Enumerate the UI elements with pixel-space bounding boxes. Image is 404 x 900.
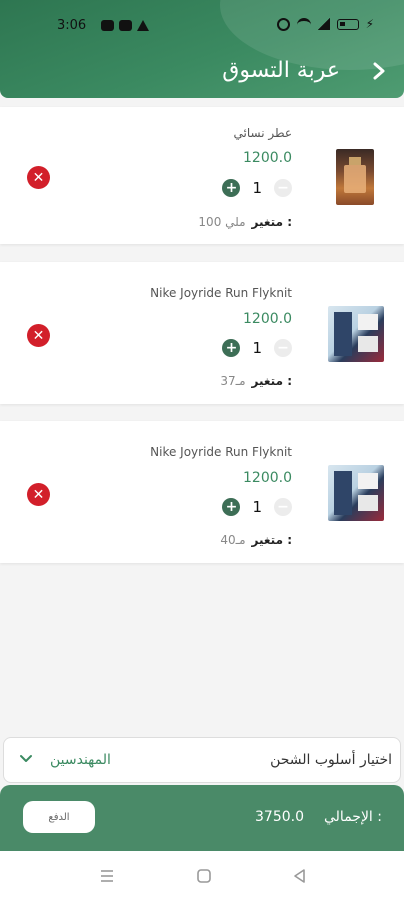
youtube-icon	[119, 20, 132, 31]
increase-quantity-button[interactable]: +	[222, 498, 241, 516]
product-image[interactable]	[328, 465, 384, 521]
notification-icons	[101, 20, 149, 31]
quantity-stepper: − 1 +	[222, 177, 292, 199]
variant-label: متغير :	[251, 533, 292, 547]
quantity-value: 1	[252, 179, 262, 197]
product-price: 1200.0	[243, 470, 292, 486]
shoe-product-icon	[334, 312, 378, 356]
variant-info: متغير : 40مـ	[220, 533, 292, 547]
shipping-method-value: المهندسين	[50, 752, 111, 768]
alarm-icon	[276, 17, 290, 31]
variant-info: متغير : 100 ملي	[198, 215, 292, 229]
shipping-method-label: اختيار أسلوب الشحن	[270, 752, 392, 768]
perfume-bottle-icon	[344, 157, 366, 193]
increase-quantity-button[interactable]: +	[222, 179, 241, 197]
decrease-quantity-button[interactable]: −	[274, 498, 292, 516]
cart-item: عطر نسائي 1200.0 − 1 + متغير : 100 ملي ✕	[0, 107, 404, 244]
product-price: 1200.0	[243, 311, 292, 327]
product-image[interactable]	[336, 149, 374, 205]
back-icon[interactable]	[366, 58, 392, 84]
wifi-icon	[296, 18, 311, 30]
quantity-stepper: − 1 +	[222, 337, 292, 359]
variant-label: متغير :	[251, 215, 292, 229]
pay-button[interactable]: الدفع	[23, 801, 95, 833]
increase-quantity-button[interactable]: +	[222, 339, 241, 357]
variant-value: 37مـ	[220, 374, 246, 388]
total-value: 3750.0	[255, 809, 304, 825]
variant-info: متغير : 37مـ	[220, 374, 292, 388]
warning-icon	[137, 20, 149, 31]
shoe-product-icon	[334, 471, 378, 515]
decrease-quantity-button[interactable]: −	[274, 339, 292, 357]
battery-icon	[336, 18, 359, 30]
home-nav-icon[interactable]	[195, 867, 213, 885]
total-label: الإجمالي :	[324, 809, 382, 825]
shipping-method-select[interactable]: اختيار أسلوب الشحن المهندسين	[3, 737, 401, 783]
status-time: 3:06	[57, 18, 87, 33]
quantity-value: 1	[252, 339, 262, 357]
remove-item-button[interactable]: ✕	[27, 324, 50, 347]
product-name: Nike Joyride Run Flyknit	[150, 445, 292, 459]
messenger-icon	[101, 20, 114, 31]
cart-item: Nike Joyride Run Flyknit 1200.0 − 1 + مت…	[0, 262, 404, 404]
remove-item-button[interactable]: ✕	[27, 166, 50, 189]
page-title: عربة التسوق	[222, 58, 340, 83]
variant-value: 100 ملي	[198, 215, 246, 229]
checkout-bar: الدفع 3750.0 الإجمالي :	[0, 785, 404, 851]
cart-item: Nike Joyride Run Flyknit 1200.0 − 1 + مت…	[0, 421, 404, 563]
product-image[interactable]	[328, 306, 384, 362]
product-name: Nike Joyride Run Flyknit	[150, 286, 292, 300]
product-price: 1200.0	[243, 150, 292, 166]
variant-value: 40مـ	[220, 533, 246, 547]
signal-icon	[317, 18, 330, 30]
app-header: 3:06 ⚡ عربة التسوق	[0, 0, 404, 98]
system-icons: ⚡	[276, 17, 374, 31]
remove-item-button[interactable]: ✕	[27, 483, 50, 506]
variant-label: متغير :	[251, 374, 292, 388]
charging-icon: ⚡	[365, 17, 374, 31]
menu-nav-icon[interactable]	[98, 867, 116, 885]
quantity-stepper: − 1 +	[222, 496, 292, 518]
chevron-down-icon	[20, 755, 32, 762]
decrease-quantity-button[interactable]: −	[274, 179, 292, 197]
status-bar: 3:06 ⚡	[0, 0, 404, 44]
quantity-value: 1	[252, 498, 262, 516]
back-nav-icon[interactable]	[291, 867, 309, 885]
product-name: عطر نسائي	[233, 126, 292, 140]
system-navigation-bar	[0, 851, 404, 900]
